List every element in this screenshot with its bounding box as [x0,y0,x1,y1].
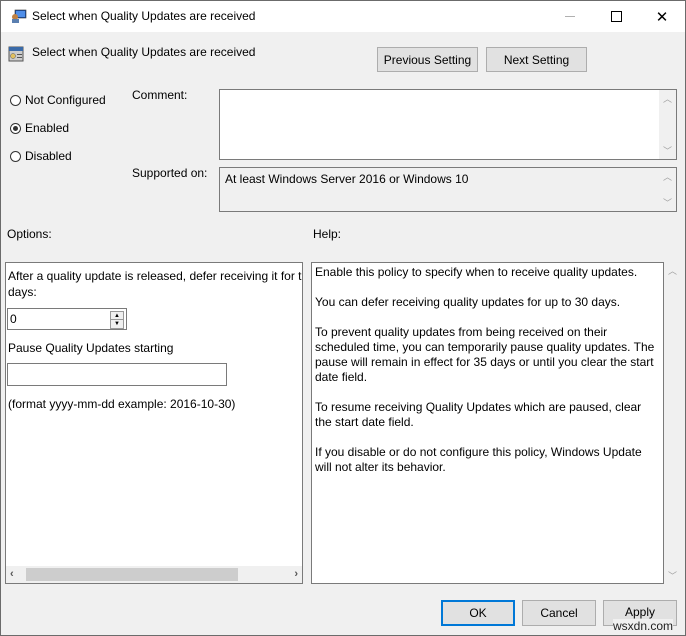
help-paragraph: You can defer receiving quality updates … [315,295,621,309]
comment-scrollbar[interactable]: ︿ ﹀ [659,90,676,159]
scroll-down-icon[interactable]: ﹀ [659,142,676,159]
scroll-right-icon[interactable]: › [294,568,298,580]
minimize-icon [565,16,575,17]
previous-setting-button[interactable]: Previous Setting [377,47,478,72]
defer-description-line2: days: [8,285,37,299]
help-paragraph: Enable this policy to specify when to re… [315,265,638,279]
supported-on-field: At least Windows Server 2016 or Windows … [219,167,677,212]
defer-days-spinner[interactable]: 0 ▲ ▼ [7,308,127,330]
scroll-up-icon[interactable]: ︿ [659,90,676,107]
watermark: wsxdn.com [613,619,674,633]
defer-days-value[interactable]: 0 [10,312,17,326]
radio-enabled[interactable]: Enabled [10,121,69,135]
setting-icon [8,46,24,62]
maximize-icon [610,11,622,22]
close-button[interactable]: ✕ [639,1,685,32]
window-title: Select when Quality Updates are received [32,9,256,23]
scroll-down-icon[interactable]: ﹀ [664,567,681,584]
radio-label: Enabled [25,121,70,135]
radio-label: Disabled [25,149,72,163]
help-paragraph: If you disable or do not configure this … [315,445,642,474]
help-panel: Enable this policy to specify when to re… [311,262,664,584]
pause-label: Pause Quality Updates starting [8,341,174,355]
minimize-button[interactable] [547,1,593,32]
maximize-button[interactable] [593,1,639,32]
radio-label: Not Configured [25,93,106,107]
help-text: Enable this policy to specify when to re… [315,265,659,490]
format-hint: (format yyyy-mm-dd example: 2016-10-30) [8,397,236,411]
next-setting-button[interactable]: Next Setting [486,47,587,72]
options-label: Options: [7,227,52,241]
policy-name: Select when Quality Updates are received [32,45,256,59]
radio-circle [10,150,21,162]
ok-button[interactable]: OK [441,600,515,626]
spin-down-icon[interactable]: ▼ [110,319,124,329]
title-bar: Select when Quality Updates are received… [1,1,685,32]
comment-label: Comment: [132,88,188,102]
scroll-down-icon[interactable]: ﹀ [659,194,676,211]
radio-disabled[interactable]: Disabled [10,149,72,163]
scroll-up-icon[interactable]: ︿ [659,168,676,185]
close-icon: ✕ [655,8,669,26]
supported-on-label: Supported on: [132,166,208,180]
comment-field[interactable]: ︿ ﹀ [219,89,677,160]
policy-dialog: Select when Quality Updates are received… [0,0,686,636]
help-scrollbar[interactable]: ︿ ﹀ [664,262,681,584]
supported-on-value: At least Windows Server 2016 or Windows … [225,172,469,186]
scroll-thumb[interactable] [26,568,238,581]
options-panel: After a quality update is released, defe… [5,262,303,584]
cancel-button[interactable]: Cancel [522,600,596,626]
defer-description: After a quality update is released, defe… [8,269,303,283]
radio-not-configured[interactable]: Not Configured [10,93,106,107]
radio-circle [10,94,21,106]
options-hscrollbar[interactable]: ‹ › [6,566,302,583]
scroll-up-icon[interactable]: ︿ [664,262,681,279]
pause-date-input[interactable] [7,363,227,386]
supported-scrollbar[interactable]: ︿ ﹀ [659,168,676,211]
help-paragraph: To resume receiving Quality Updates whic… [315,400,642,429]
radio-circle [10,122,21,134]
scroll-left-icon[interactable]: ‹ [10,568,14,580]
help-paragraph: To prevent quality updates from being re… [315,325,655,384]
computer-policy-icon [12,9,27,23]
help-label: Help: [313,227,342,241]
